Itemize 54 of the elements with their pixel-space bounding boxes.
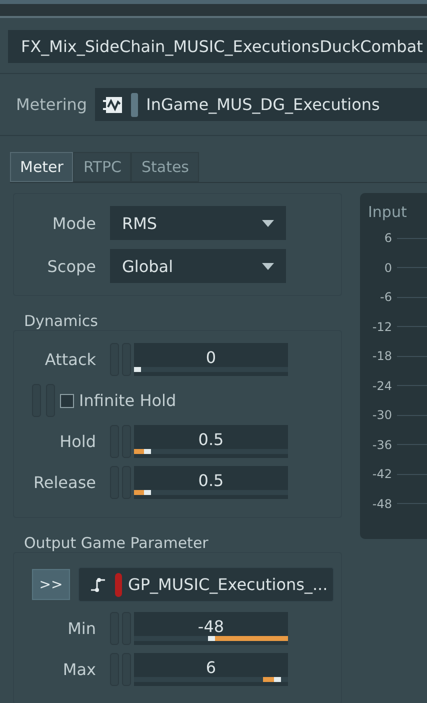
slider-label: Release [32, 473, 96, 492]
setting-label: Mode [51, 214, 96, 232]
scale-label: -48 [371, 496, 392, 512]
slider-value: 0 [206, 348, 216, 367]
meter-title: Input [368, 203, 408, 221]
dropdown-caret-icon [262, 220, 274, 226]
slider-thumb[interactable] [134, 367, 141, 372]
parameter-name: GP_MUSIC_Executions_... [128, 575, 328, 594]
slider-value: -48 [198, 617, 224, 636]
scale-label: -12 [371, 318, 392, 336]
value-slider[interactable]: 0.5 [134, 466, 288, 499]
scale-label: -30 [371, 407, 392, 424]
dropdown-caret-icon [262, 262, 274, 270]
parameter-field[interactable]: GP_MUSIC_Executions_... [78, 567, 334, 602]
dropdown[interactable]: Global [110, 249, 286, 283]
metering-field[interactable]: InGame_MUS_DG_Executions [95, 88, 427, 121]
dropdown[interactable]: RMS [110, 206, 286, 240]
scale-label: -36 [371, 436, 392, 454]
slider-thumb[interactable] [144, 490, 152, 495]
slider-value: 0.5 [198, 430, 224, 449]
value-slider[interactable]: 0.5 [134, 425, 288, 458]
slider-value: 0.5 [198, 471, 224, 490]
slider-thumb[interactable] [144, 449, 152, 454]
value-slider[interactable]: 0 [134, 343, 288, 376]
slider-thumb[interactable] [208, 636, 214, 641]
value-slider[interactable]: 6 [134, 653, 288, 686]
metering-label: Metering [16, 95, 88, 114]
group-title: Dynamics [24, 312, 99, 330]
waveform-icon [103, 96, 124, 114]
scale-label: -24 [371, 378, 392, 394]
scale-label: 0 [383, 260, 392, 276]
tab[interactable]: RTPC [73, 152, 132, 182]
group-title: Output Game Parameter [24, 534, 210, 552]
value-slider[interactable]: -48 [134, 612, 288, 645]
slider-label: Min [66, 619, 96, 638]
name-field[interactable]: FX_Mix_SideChain_MUSIC_ExecutionsDuckCombat [8, 30, 427, 63]
metering-value: InGame_MUS_DG_Executions [146, 95, 380, 114]
bus-color-icon [131, 92, 138, 116]
slider-label: Attack [44, 350, 96, 369]
slider-label: Max [62, 660, 96, 679]
scale-label: -6 [379, 289, 392, 306]
scale-label: -42 [371, 466, 392, 483]
checkbox-label: Infinite Hold [79, 391, 176, 410]
tab[interactable]: States [131, 152, 199, 182]
scale-label: 6 [383, 230, 392, 247]
slider-thumb[interactable] [274, 677, 281, 682]
checkbox[interactable] [60, 394, 74, 408]
setting-label: Scope [46, 256, 96, 276]
tab[interactable]: Meter [10, 152, 74, 182]
scale-label: -18 [371, 348, 392, 365]
expand-button[interactable]: >> [32, 569, 70, 600]
slider-label: Hold [58, 432, 96, 451]
parameter-color-icon [115, 572, 122, 596]
slider-value: 6 [206, 658, 216, 677]
